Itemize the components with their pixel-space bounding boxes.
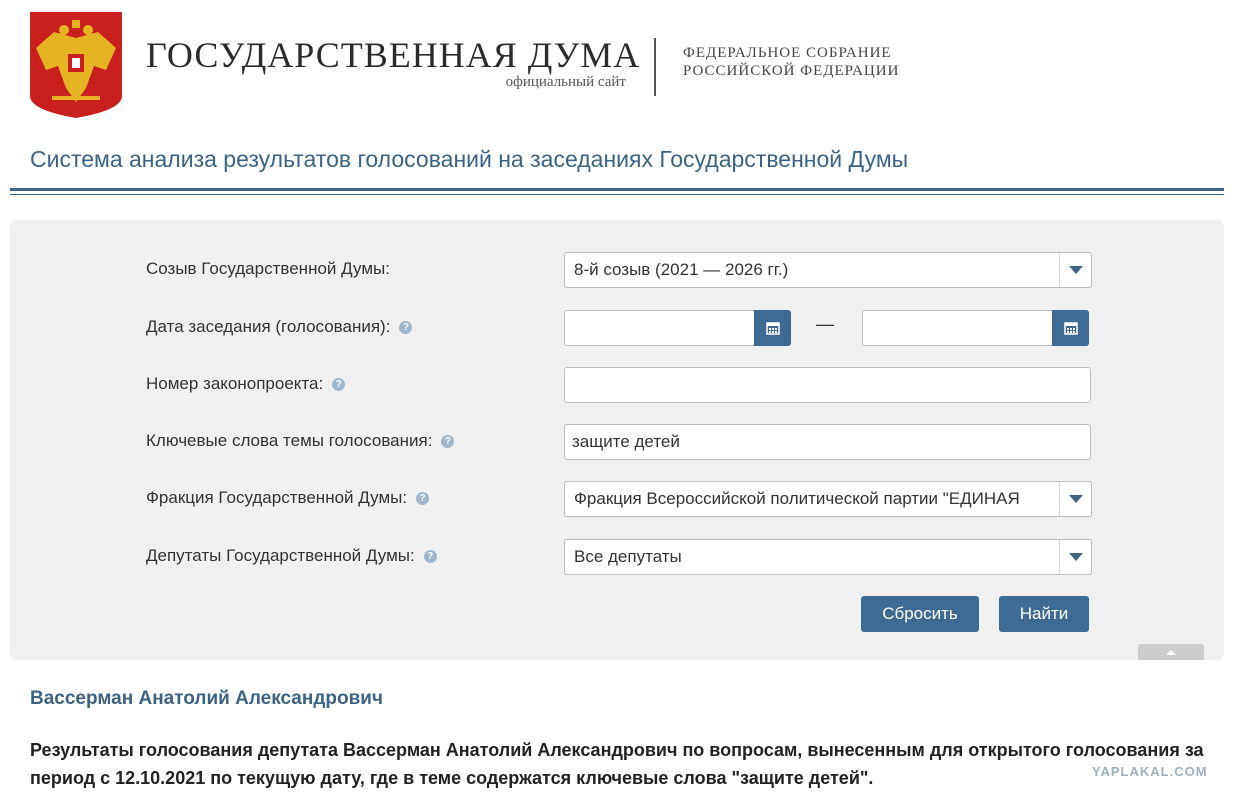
site-subtitle: официальный сайт	[505, 74, 626, 90]
help-icon[interactable]: ?	[399, 320, 413, 334]
deputies-label-text: Депутаты Государственной Думы:	[146, 546, 415, 565]
convocation-label: Созыв Государственной Думы:	[146, 258, 390, 280]
calendar-icon	[1063, 322, 1078, 335]
deputies-label: Депутаты Государственной Думы: ?	[146, 545, 437, 567]
session-date-label: Дата заседания (голосования): ?	[146, 316, 413, 338]
collapse-form-toggle[interactable]	[1138, 644, 1204, 660]
calendar-icon	[765, 322, 780, 335]
coat-of-arms-icon	[28, 10, 124, 120]
help-icon[interactable]: ?	[332, 377, 346, 391]
faction-label: Фракция Государственной Думы: ?	[146, 487, 430, 509]
date-to-input[interactable]	[862, 310, 1089, 346]
help-icon[interactable]: ?	[416, 491, 430, 505]
deputies-dropdown-button[interactable]	[1059, 540, 1091, 574]
keywords-value: защите детей	[572, 432, 680, 451]
bill-number-input[interactable]	[564, 367, 1091, 403]
date-from-calendar-button[interactable]	[754, 310, 791, 346]
header-divider	[654, 38, 656, 96]
convocation-label-text: Созыв Государственной Думы:	[146, 259, 390, 278]
deputies-select-value: Все депутаты	[574, 547, 682, 566]
convocation-select[interactable]: 8-й созыв (2021 — 2026 гг.)	[564, 252, 1092, 288]
page-title: Система анализа результатов голосований …	[30, 146, 909, 172]
faction-label-text: Фракция Государственной Думы:	[146, 488, 408, 507]
keywords-input[interactable]: защите детей	[564, 424, 1091, 460]
faction-dropdown-button[interactable]	[1059, 482, 1091, 516]
deputy-name-heading: Вассерман Анатолий Александрович	[30, 688, 384, 709]
chevron-down-icon	[1068, 553, 1083, 561]
session-date-label-text: Дата заседания (голосования):	[146, 317, 391, 336]
faction-select[interactable]: Фракция Всероссийской политической парти…	[564, 481, 1092, 517]
convocation-select-value: 8-й созыв (2021 — 2026 гг.)	[574, 260, 789, 279]
site-title[interactable]: ГОСУДАРСТВЕННАЯ ДУМА	[146, 34, 640, 76]
bill-number-label-text: Номер законопроекта:	[146, 374, 324, 393]
bill-number-label: Номер законопроекта: ?	[146, 373, 346, 395]
date-from-input[interactable]	[564, 310, 791, 346]
federal-assembly-line2: РОССИЙСКОЙ ФЕДЕРАЦИИ	[683, 63, 900, 79]
help-icon[interactable]: ?	[423, 549, 437, 563]
watermark: YAPLAKAL.COM	[1092, 764, 1208, 779]
chevron-down-icon	[1068, 495, 1083, 503]
convocation-dropdown-button[interactable]	[1059, 253, 1091, 287]
title-rule-thin	[10, 194, 1224, 195]
title-rule	[10, 188, 1224, 191]
keywords-label: Ключевые слова темы голосования: ?	[146, 430, 455, 452]
faction-select-value: Фракция Всероссийской политической парти…	[574, 489, 1020, 508]
date-to-calendar-button[interactable]	[1052, 310, 1089, 346]
chevron-up-icon	[1166, 649, 1176, 655]
reset-button[interactable]: Сбросить	[861, 596, 979, 632]
search-button[interactable]: Найти	[999, 596, 1089, 632]
keywords-label-text: Ключевые слова темы голосования:	[146, 431, 433, 450]
chevron-down-icon	[1068, 266, 1083, 274]
results-summary: Результаты голосования депутата Вассерма…	[30, 740, 1204, 788]
deputies-select[interactable]: Все депутаты	[564, 539, 1092, 575]
help-icon[interactable]: ?	[441, 434, 455, 448]
date-range-separator: —	[816, 314, 834, 334]
federal-assembly-line1: ФЕДЕРАЛЬНОЕ СОБРАНИЕ	[683, 45, 892, 61]
